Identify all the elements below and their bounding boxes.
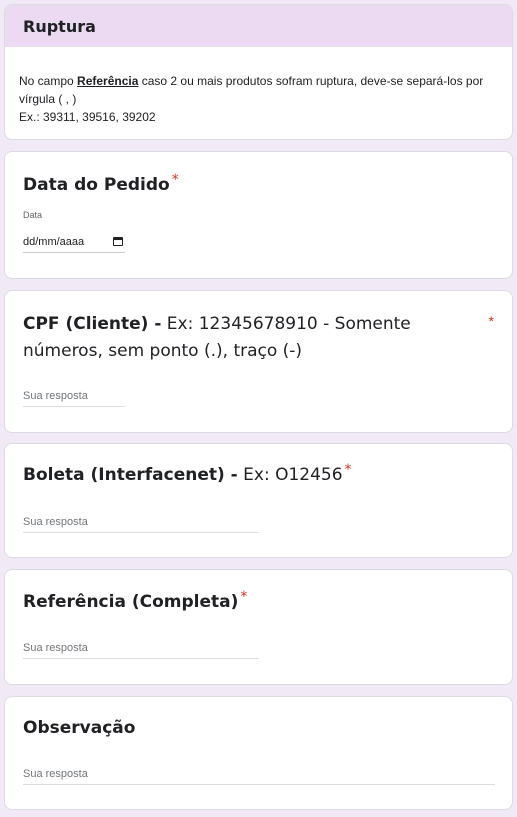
question-title: CPF (Cliente) - Ex: 12345678910 - Soment… <box>23 314 411 361</box>
referencia-highlight: Referência <box>77 74 139 88</box>
question-card-observacao: Observação Sua resposta <box>4 696 513 810</box>
section-card: Ruptura No campo Referência caso 2 ou ma… <box>4 4 513 140</box>
input-placeholder: Sua resposta <box>23 641 88 654</box>
question-title: Observação <box>23 718 136 738</box>
section-title: Ruptura <box>5 5 512 47</box>
input-placeholder: Sua resposta <box>23 515 88 528</box>
section-description: No campo Referência caso 2 ou mais produ… <box>19 74 484 124</box>
section-example: Ex.: 39311, 39516, 39202 <box>19 110 156 124</box>
question-card-referencia: Referência (Completa) * Sua resposta <box>4 569 513 685</box>
input-placeholder: Sua resposta <box>23 389 88 402</box>
date-input-value: dd/mm/aaaa <box>23 235 85 248</box>
date-input[interactable]: dd/mm/aaaa <box>23 231 125 253</box>
question-card-cpf: CPF (Cliente) - Ex: 12345678910 - Soment… <box>4 290 513 433</box>
input-placeholder: Sua resposta <box>23 767 88 780</box>
question-card-boleta: Boleta (Interfacenet) - Ex: O12456 * Sua … <box>4 443 513 558</box>
cpf-input[interactable]: Sua resposta <box>23 385 125 407</box>
calendar-icon[interactable] <box>113 237 123 246</box>
required-asterisk: * <box>240 589 248 605</box>
referencia-input[interactable]: Sua resposta <box>23 637 259 659</box>
date-sub-label: Data <box>23 210 43 220</box>
question-title: Referência (Completa) * <box>23 589 248 612</box>
observacao-input[interactable]: Sua resposta <box>23 763 495 785</box>
required-asterisk: * <box>344 462 352 478</box>
question-card-data-pedido: Data do Pedido * Data dd/mm/aaaa <box>4 151 513 279</box>
required-asterisk: * <box>171 172 179 188</box>
boleta-input[interactable]: Sua resposta <box>23 511 259 533</box>
required-asterisk: * <box>488 313 494 329</box>
form-page: Ruptura No campo Referência caso 2 ou ma… <box>0 0 517 817</box>
question-title: Boleta (Interfacenet) - Ex: O12456 * <box>23 462 352 485</box>
question-title: Data do Pedido * <box>23 172 179 195</box>
